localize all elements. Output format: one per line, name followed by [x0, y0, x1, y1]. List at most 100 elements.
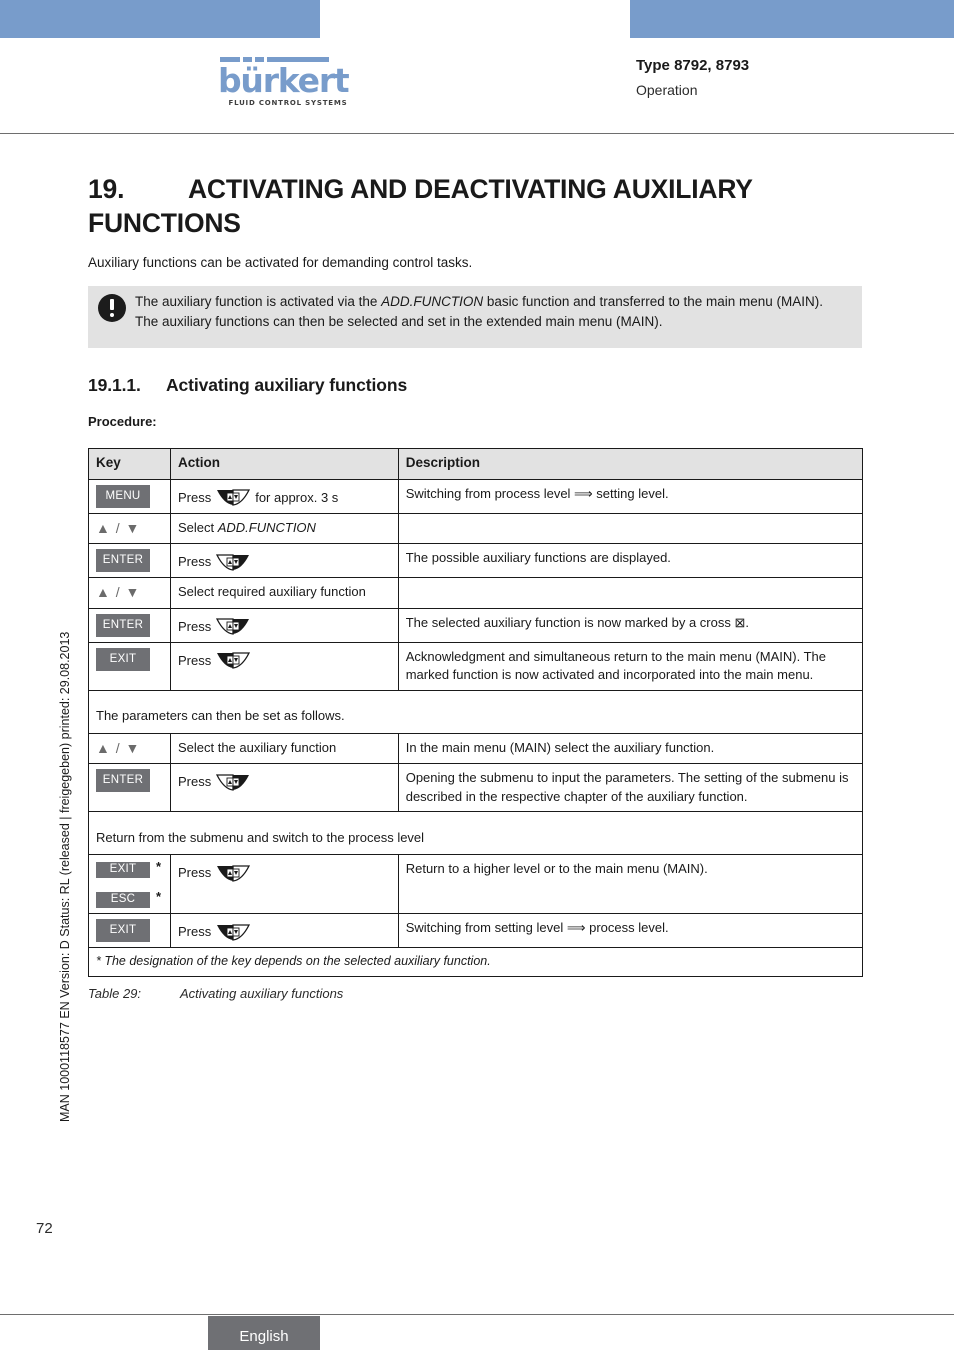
arrow-keys-icon[interactable]: ▲ / ▼	[96, 740, 140, 756]
header-type-line: Type 8792, 8793	[636, 57, 750, 74]
table-note-row: Return from the submenu and switch to th…	[88, 824, 863, 855]
table-row: ENTER Press Opening the submenu to input…	[88, 763, 864, 812]
header-bar-right	[630, 0, 954, 38]
key-cell: MENU	[88, 478, 171, 514]
chapter-title: ACTIVATING AND DEACTIVATING AUXILIARY FU…	[88, 174, 753, 238]
key-badge-menu[interactable]: MENU	[96, 484, 150, 508]
action-cell: Press	[169, 543, 399, 578]
description-cell: Switching from process level ⟹ setting l…	[397, 478, 864, 514]
key-badge-esc-row: ESC *	[96, 890, 163, 908]
key-cell: EXIT	[88, 641, 171, 691]
page-number: 72	[36, 1220, 53, 1237]
note-line1-emphasis: ADD.FUNCTION	[381, 294, 484, 309]
table-footnote-row: * The designation of the key depends on …	[88, 947, 863, 977]
key-badge-enter[interactable]: ENTER	[96, 613, 150, 637]
description-cell: The possible auxiliary functions are dis…	[397, 543, 864, 578]
key-badge-esc[interactable]: ESC	[96, 892, 150, 908]
table-row: ▲ / ▼ Select ADD.FUNCTION	[88, 512, 864, 544]
section-heading: 19.1.1. Activating auxiliary functions	[88, 375, 407, 396]
info-note-box: The auxiliary function is activated via …	[88, 286, 862, 348]
header-divider	[0, 133, 954, 134]
header-bar-left	[0, 0, 320, 38]
action-press-label: Press	[177, 554, 212, 569]
key-badge-enter[interactable]: ENTER	[96, 549, 150, 572]
key-footnote-marker: *	[156, 889, 162, 904]
table-row: ENTER Press The possible auxiliary funct…	[88, 543, 864, 578]
procedure-label: Procedure:	[88, 414, 157, 429]
chapter-intro: Auxiliary functions can be activated for…	[88, 255, 473, 270]
note-line1-b: basic function and transferred to the ma…	[483, 294, 824, 309]
action-press-suffix: for approx. 3 s	[255, 489, 339, 505]
table-header-row: Key Action Description	[88, 448, 864, 480]
table-row: ▲ / ▼ Select required auxiliary function	[88, 577, 864, 609]
table-row: MENU Press for approx. 3 s Switching fro…	[88, 478, 864, 514]
logo-tagline: FLUID CONTROL SYSTEMS	[228, 99, 348, 107]
action-cell: Press for approx. 3 s	[169, 478, 399, 514]
table-row: ENTER Press The selected auxiliary funct…	[88, 607, 864, 643]
action-cell: Select ADD.FUNCTION	[169, 512, 399, 544]
action-press-label: Press	[177, 489, 212, 505]
enter-key-icon	[216, 553, 250, 571]
action-press-label: Press	[177, 774, 212, 789]
description-cell: In the main menu (MAIN) select the auxil…	[397, 732, 864, 764]
action-press-label: Press	[177, 865, 212, 880]
table-footnote: * The designation of the key depends on …	[88, 947, 863, 977]
enter-key-icon	[216, 618, 250, 635]
language-badge: English	[208, 1316, 320, 1350]
key-cell: EXIT	[88, 913, 171, 948]
header-section-line: Operation	[636, 82, 698, 98]
description-cell	[397, 512, 864, 544]
burkert-logo: bürkert FLUID CONTROL SYSTEMS	[218, 57, 358, 107]
key-badge-exit[interactable]: EXIT	[96, 647, 150, 671]
key-cell: EXIT * ESC *	[88, 854, 171, 914]
action-press-label: Press	[177, 618, 212, 634]
action-cell: Select the auxiliary function	[169, 732, 399, 764]
column-header-desc: Description	[397, 448, 864, 480]
column-header-key: Key	[88, 448, 171, 480]
note-text: The auxiliary function is activated via …	[135, 292, 837, 331]
key-badge-exit[interactable]: EXIT	[96, 919, 150, 942]
page-title: 19. ACTIVATING AND DEACTIVATING AUXILIARY…	[88, 172, 878, 240]
key-cell: ENTER	[88, 607, 171, 643]
arrow-keys-icon[interactable]: ▲ / ▼	[96, 584, 140, 600]
description-cell: The selected auxiliary function is now m…	[397, 607, 864, 643]
exclamation-circle-icon	[97, 294, 126, 322]
action-press-label: Press	[177, 652, 212, 668]
key-cell: ENTER	[88, 763, 171, 812]
key-cell: ▲ / ▼	[88, 577, 171, 609]
table-row: ▲ / ▼ Select the auxiliary function In t…	[88, 732, 864, 764]
action-cell: Press	[169, 913, 399, 948]
description-cell	[397, 577, 864, 609]
key-cell: ▲ / ▼	[88, 512, 171, 544]
action-cell: Press	[169, 641, 399, 691]
key-cell: ▲ / ▼	[88, 732, 171, 764]
arrow-keys-icon[interactable]: ▲ / ▼	[96, 520, 140, 536]
column-header-action: Action	[169, 448, 399, 480]
note-icon-cell	[88, 292, 135, 322]
margin-document-id: MAN 1000118577 EN Version: D Status: RL …	[58, 631, 72, 1122]
description-cell: Return to a higher level or to the main …	[397, 854, 864, 914]
table-note-text: The parameters can then be set as follow…	[88, 703, 863, 734]
key-badge-exit[interactable]: EXIT	[96, 862, 150, 878]
table-spacer-row	[88, 811, 863, 825]
exit-key-icon	[217, 652, 251, 669]
action-cell: Select required auxiliary function	[169, 577, 399, 609]
description-cell: Acknowledgment and simultaneous return t…	[397, 641, 864, 691]
logo-wordmark: bürkert	[218, 61, 350, 100]
table-caption-label: Table 29:	[88, 986, 142, 1001]
key-badge-enter[interactable]: ENTER	[96, 769, 150, 792]
table-row: EXIT * ESC * Press Return to a higher le…	[88, 854, 864, 914]
note-line1-a: The auxiliary function is activated via …	[135, 294, 382, 309]
document-page: bürkert FLUID CONTROL SYSTEMS Type 8792,…	[0, 0, 954, 1350]
table-spacer-row	[88, 689, 863, 703]
table-caption: Table 29: Activating auxiliary functions	[88, 986, 343, 1001]
action-text-italic: ADD.FUNCTION	[217, 519, 316, 535]
table-note-text: Return from the submenu and switch to th…	[88, 824, 863, 855]
table-row: EXIT Press Acknowledgment and simultaneo…	[88, 641, 864, 691]
description-cell: Opening the submenu to input the paramet…	[397, 763, 864, 812]
footer-divider	[0, 1314, 954, 1315]
key-cell: ENTER	[88, 543, 171, 578]
table-note-row: The parameters can then be set as follow…	[88, 703, 863, 734]
section-number: 19.1.1.	[88, 375, 141, 395]
exit-key-icon	[217, 923, 251, 941]
